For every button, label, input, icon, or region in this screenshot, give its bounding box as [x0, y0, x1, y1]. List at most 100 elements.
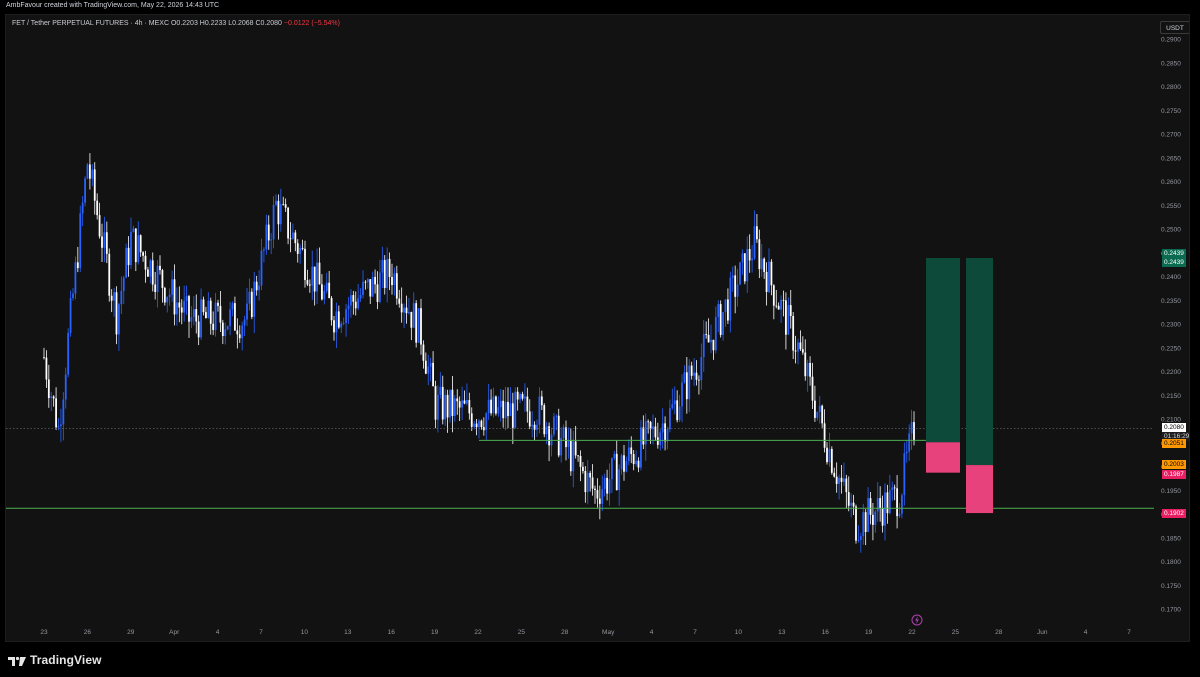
candle[interactable]	[881, 495, 884, 533]
candle[interactable]	[301, 239, 304, 251]
candle[interactable]	[874, 509, 877, 533]
candle[interactable]	[405, 295, 408, 324]
candle[interactable]	[470, 407, 473, 432]
candle[interactable]	[502, 389, 505, 428]
candle[interactable]	[449, 389, 451, 423]
candle[interactable]	[371, 271, 374, 297]
candle[interactable]	[439, 372, 442, 399]
candle[interactable]	[101, 223, 103, 263]
candle[interactable]	[654, 417, 657, 442]
candle[interactable]	[299, 244, 302, 264]
candle[interactable]	[311, 250, 314, 301]
candle[interactable]	[192, 296, 195, 326]
candle[interactable]	[265, 214, 268, 255]
candle[interactable]	[209, 297, 212, 335]
candle[interactable]	[765, 262, 768, 306]
candle[interactable]	[207, 292, 210, 319]
candle[interactable]	[52, 395, 55, 407]
candle[interactable]	[412, 292, 415, 328]
candle[interactable]	[748, 234, 751, 273]
candle[interactable]	[113, 287, 115, 317]
candle[interactable]	[451, 375, 454, 433]
candle[interactable]	[231, 301, 234, 317]
candle[interactable]	[444, 389, 447, 426]
candle[interactable]	[574, 425, 577, 459]
candle[interactable]	[400, 287, 403, 323]
candle[interactable]	[168, 288, 171, 306]
candle[interactable]	[287, 206, 289, 245]
candle[interactable]	[533, 421, 536, 441]
candle[interactable]	[673, 386, 676, 415]
candle[interactable]	[243, 315, 246, 336]
long-positions[interactable]	[926, 257, 993, 514]
candle[interactable]	[601, 475, 604, 511]
candle[interactable]	[763, 257, 766, 279]
candle[interactable]	[497, 396, 500, 417]
candle[interactable]	[294, 229, 297, 252]
candle[interactable]	[72, 288, 74, 301]
candle[interactable]	[572, 430, 575, 488]
candle[interactable]	[550, 427, 553, 457]
candle[interactable]	[171, 270, 173, 302]
candle[interactable]	[229, 301, 231, 336]
last-price-tag[interactable]: 0.2080	[1162, 423, 1186, 432]
candle[interactable]	[379, 259, 381, 304]
candle[interactable]	[569, 428, 572, 476]
candle[interactable]	[364, 280, 367, 290]
candle[interactable]	[205, 306, 207, 319]
candle[interactable]	[127, 236, 130, 277]
candle[interactable]	[238, 325, 241, 343]
candle[interactable]	[804, 339, 807, 381]
candle[interactable]	[137, 221, 140, 265]
candle[interactable]	[255, 275, 258, 296]
candle[interactable]	[775, 289, 778, 309]
currency-selector[interactable]: USDT	[1160, 21, 1189, 34]
candle[interactable]	[398, 289, 401, 308]
candle[interactable]	[304, 240, 306, 288]
candle[interactable]	[224, 322, 227, 345]
candle[interactable]	[267, 215, 270, 250]
candle[interactable]	[458, 396, 461, 422]
symbol-name[interactable]: FET / Tether PERPETUAL FUTURES · 4h · ME…	[12, 20, 169, 27]
candle[interactable]	[98, 202, 101, 239]
candle[interactable]	[852, 494, 855, 515]
candle[interactable]	[415, 300, 418, 348]
candle[interactable]	[504, 386, 507, 431]
candle[interactable]	[475, 419, 478, 436]
candle[interactable]	[814, 385, 816, 422]
candle[interactable]	[799, 330, 802, 351]
candle[interactable]	[89, 153, 91, 190]
candle[interactable]	[263, 247, 265, 263]
candle[interactable]	[656, 422, 659, 449]
candle[interactable]	[898, 503, 901, 519]
candle[interactable]	[282, 196, 285, 206]
candle[interactable]	[369, 279, 372, 304]
candle[interactable]	[122, 275, 125, 305]
candle[interactable]	[144, 250, 147, 283]
candle[interactable]	[217, 299, 219, 312]
candle[interactable]	[105, 221, 108, 264]
candle[interactable]	[801, 336, 804, 355]
candle[interactable]	[316, 248, 318, 305]
candle[interactable]	[185, 285, 188, 315]
candle[interactable]	[891, 481, 894, 501]
candle[interactable]	[323, 284, 326, 305]
candle[interactable]	[219, 291, 222, 333]
candle[interactable]	[306, 269, 309, 287]
candle[interactable]	[74, 256, 77, 300]
candle[interactable]	[543, 403, 546, 438]
candle[interactable]	[886, 484, 889, 524]
candle[interactable]	[190, 306, 193, 329]
candle[interactable]	[420, 298, 422, 355]
candle[interactable]	[173, 264, 176, 326]
candle[interactable]	[833, 467, 836, 478]
candle[interactable]	[768, 248, 770, 294]
candle[interactable]	[154, 271, 157, 300]
candle[interactable]	[901, 493, 903, 519]
candle[interactable]	[352, 290, 355, 315]
candle[interactable]	[335, 302, 338, 349]
candle[interactable]	[492, 387, 495, 418]
candle[interactable]	[383, 255, 386, 295]
candle[interactable]	[538, 387, 541, 434]
candle[interactable]	[279, 188, 282, 232]
